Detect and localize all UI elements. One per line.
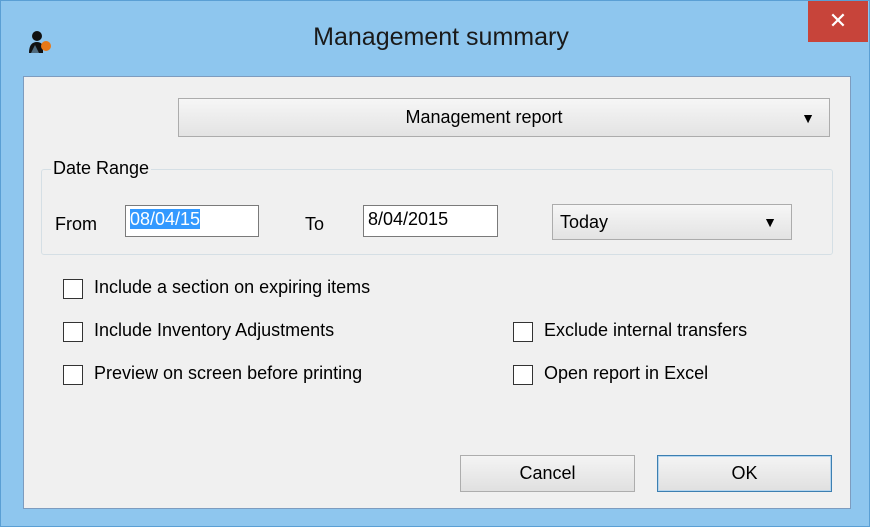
close-button[interactable]: ✕	[808, 1, 868, 42]
date-preset-value: Today	[560, 211, 609, 232]
expiring-items-label[interactable]: Include a section on expiring items	[94, 277, 370, 298]
inventory-adjustments-checkbox[interactable]	[63, 322, 83, 342]
open-excel-label[interactable]: Open report in Excel	[544, 363, 708, 384]
chevron-down-icon: ▼	[763, 214, 777, 230]
dialog-body: Management report ▼ Date Range From 08/0…	[23, 76, 851, 509]
date-preset-dropdown[interactable]: Today ▼	[552, 204, 792, 240]
close-icon: ✕	[828, 8, 848, 33]
to-date-value: 8/04/2015	[368, 209, 449, 229]
chevron-down-icon: ▼	[801, 109, 815, 126]
to-label: To	[305, 214, 325, 234]
window-title: Management summary	[313, 23, 569, 51]
from-label: From	[55, 214, 97, 234]
dialog-window: Management summary ✕ Management report ▼…	[0, 0, 870, 527]
exclude-internal-transfers-label[interactable]: Exclude internal transfers	[544, 320, 747, 341]
date-range-label: Date Range	[51, 158, 152, 179]
cancel-button[interactable]: Cancel	[460, 455, 635, 492]
expiring-items-checkbox[interactable]	[63, 279, 83, 299]
from-date-value: 08/04/15	[130, 209, 201, 229]
title-bar[interactable]: Management summary ✕	[1, 1, 869, 81]
open-excel-checkbox[interactable]	[513, 365, 533, 385]
exclude-internal-transfers-checkbox[interactable]	[513, 322, 533, 342]
to-date-input[interactable]: 8/04/2015	[363, 205, 498, 237]
preview-checkbox[interactable]	[63, 365, 83, 385]
preview-label[interactable]: Preview on screen before printing	[94, 363, 362, 384]
report-type-dropdown[interactable]: Management report ▼	[178, 98, 830, 137]
ok-button[interactable]: OK	[657, 455, 832, 492]
from-date-input[interactable]: 08/04/15	[125, 205, 259, 237]
inventory-adjustments-label[interactable]: Include Inventory Adjustments	[94, 320, 334, 341]
report-type-value: Management report	[405, 107, 563, 127]
